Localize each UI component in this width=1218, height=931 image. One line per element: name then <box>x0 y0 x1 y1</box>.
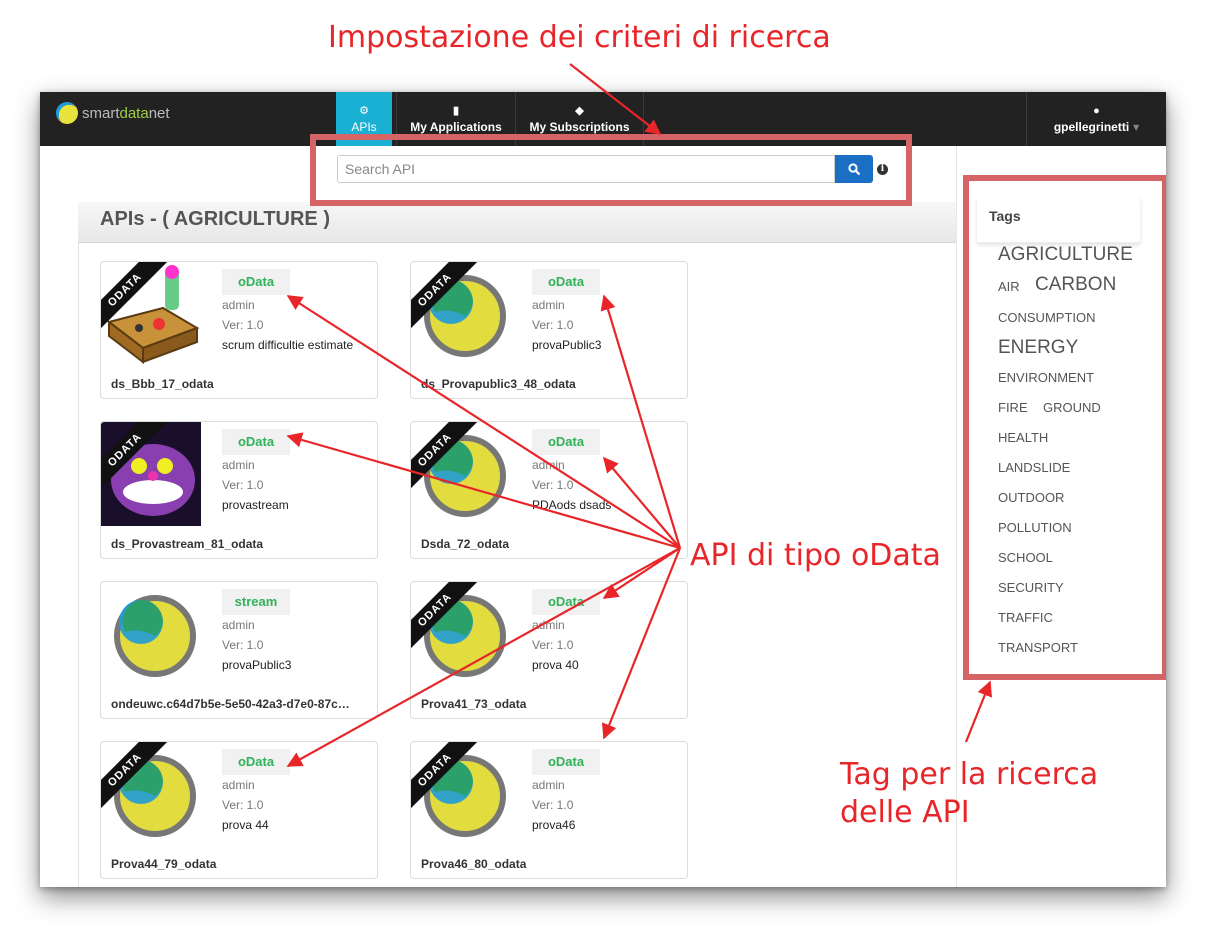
tag-traffic[interactable]: TRAFFIC <box>998 610 1053 625</box>
api-thumbnail: ODATA <box>101 742 201 846</box>
api-owner: admin <box>532 458 565 472</box>
api-owner: admin <box>222 298 255 312</box>
api-description: scrum difficultie estimate <box>222 338 354 352</box>
nav-apis-label: APIs <box>351 120 377 134</box>
api-description: provaPublic3 <box>532 338 602 352</box>
api-version: Ver: 1.0 <box>532 478 574 492</box>
annotation-tags-line2: delle API <box>840 795 970 830</box>
api-type-badge: oData <box>222 429 290 455</box>
tag-security[interactable]: SECURITY <box>998 580 1064 595</box>
api-version: Ver: 1.0 <box>222 638 264 652</box>
user-icon: ● <box>1093 104 1100 117</box>
api-card[interactable]: stream admin Ver: 1.0 provaPublic3 ondeuwc.c… <box>100 581 378 719</box>
api-name[interactable]: ds_Provapublic3_48_odata <box>421 377 683 391</box>
api-card[interactable]: ODATA oData admin Ver: 1.0 PDAods dsads Dsda_… <box>410 421 688 559</box>
logo-icon <box>56 102 78 124</box>
api-version: Ver: 1.0 <box>222 798 264 812</box>
api-description: provaPublic3 <box>222 658 292 672</box>
tag-consumption[interactable]: CONSUMPTION <box>998 310 1096 325</box>
api-name[interactable]: Dsda_72_odata <box>421 537 683 551</box>
api-description: PDAods dsads <box>532 498 612 512</box>
api-type-badge: oData <box>532 749 600 775</box>
brand-highlight: data <box>119 104 149 122</box>
brand-prefix: smart <box>82 104 120 122</box>
api-type-badge: stream <box>222 589 290 615</box>
tag-landslide[interactable]: LANDSLIDE <box>998 460 1070 475</box>
tag-school[interactable]: SCHOOL <box>998 550 1053 565</box>
api-name[interactable]: ds_Provastream_81_odata <box>111 537 373 551</box>
api-type-badge: oData <box>532 269 600 295</box>
api-card[interactable]: ODATA oData admin Ver: 1.0 prova 44 Prova44_7… <box>100 741 378 879</box>
api-name[interactable]: Prova46_80_odata <box>421 857 683 871</box>
tag-fire[interactable]: FIRE <box>998 400 1028 415</box>
api-thumbnail: ODATA <box>411 422 511 526</box>
api-thumbnail <box>101 582 201 686</box>
api-version: Ver: 1.0 <box>532 318 574 332</box>
annotation-tags: Tag per la ricerca delle API <box>840 756 1098 832</box>
api-thumbnail: ODATA <box>411 582 511 686</box>
api-type-badge: oData <box>222 749 290 775</box>
api-card[interactable]: ODATA oData admin Ver: 1.0 prova 40 Prova41_7… <box>410 581 688 719</box>
tags-icon: ◆ <box>575 105 584 117</box>
api-description: prova 40 <box>532 658 579 672</box>
api-card[interactable]: ODATA oData admin Ver: 1.0 scrum difficultie… <box>100 261 378 399</box>
api-thumbnail: ODATA <box>411 262 511 366</box>
user-menu[interactable]: ● gpellegrinetti ▾ <box>1026 92 1166 146</box>
api-owner: admin <box>222 458 255 472</box>
briefcase-icon: ▮ <box>452 105 460 117</box>
api-name[interactable]: Prova41_73_odata <box>421 697 683 711</box>
tag-transport[interactable]: TRANSPORT <box>998 640 1078 655</box>
content-border <box>78 202 79 887</box>
cogs-icon: ⚙ <box>359 105 369 117</box>
tag-carbon[interactable]: CARBON <box>1035 274 1116 296</box>
api-owner: admin <box>222 778 255 792</box>
api-thumbnail: ODATA <box>101 422 201 526</box>
tag-outdoor[interactable]: OUTDOOR <box>998 490 1064 505</box>
caret-down-icon: ▾ <box>1133 119 1140 134</box>
annotation-search-criteria: Impostazione dei criteri di ricerca <box>328 20 831 55</box>
api-version: Ver: 1.0 <box>532 638 574 652</box>
api-name[interactable]: Prova44_79_odata <box>111 857 373 871</box>
panel-header: APIs - ( AGRICULTURE ) <box>78 202 956 243</box>
api-version: Ver: 1.0 <box>222 478 264 492</box>
nav-apps-label: My Applications <box>410 120 502 134</box>
api-description: provastream <box>222 498 289 512</box>
api-version: Ver: 1.0 <box>222 318 264 332</box>
api-owner: admin <box>532 778 565 792</box>
api-card[interactable]: ODATA oData admin Ver: 1.0 provaPublic3 ds_Pr… <box>410 261 688 399</box>
api-card[interactable]: ODATA oData admin Ver: 1.0 provastream ds_Pro… <box>100 421 378 559</box>
api-version: Ver: 1.0 <box>532 798 574 812</box>
api-card[interactable]: ODATA oData admin Ver: 1.0 prova46 Prova46_80… <box>410 741 688 879</box>
panel-title: APIs - ( AGRICULTURE ) <box>100 208 330 230</box>
nav-subs-label: My Subscriptions <box>529 120 630 134</box>
tag-ground[interactable]: GROUND <box>1043 400 1101 415</box>
search-highlight-box <box>310 134 912 206</box>
api-thumbnail: ODATA <box>101 262 201 366</box>
api-thumbnail: ODATA <box>411 742 511 846</box>
api-type-badge: oData <box>532 589 600 615</box>
brand-suffix: net <box>148 104 170 122</box>
api-type-badge: oData <box>532 429 600 455</box>
tag-agriculture[interactable]: AGRICULTURE <box>998 244 1133 266</box>
annotation-tags-line1: Tag per la ricerca <box>840 757 1099 792</box>
tag-environment[interactable]: ENVIRONMENT <box>998 370 1094 385</box>
tag-energy[interactable]: ENERGY <box>998 337 1078 359</box>
api-name[interactable]: ds_Bbb_17_odata <box>111 377 373 391</box>
user-name: gpellegrinetti <box>1053 119 1130 134</box>
api-type-badge: oData <box>222 269 290 295</box>
tag-health[interactable]: HEALTH <box>998 430 1048 445</box>
brand-logo[interactable]: smart data net <box>56 102 170 124</box>
api-description: prova 44 <box>222 818 269 832</box>
tag-pollution[interactable]: POLLUTION <box>998 520 1072 535</box>
annotation-odata: API di tipo oData <box>690 538 941 573</box>
tag-air[interactable]: AIR <box>998 279 1020 294</box>
api-description: prova46 <box>532 818 576 832</box>
api-owner: admin <box>222 618 255 632</box>
api-owner: admin <box>532 298 565 312</box>
api-owner: admin <box>532 618 565 632</box>
api-name[interactable]: ondeuwc.c64d7b5e-5e50-42a3-d7e0-87c… <box>111 697 373 711</box>
